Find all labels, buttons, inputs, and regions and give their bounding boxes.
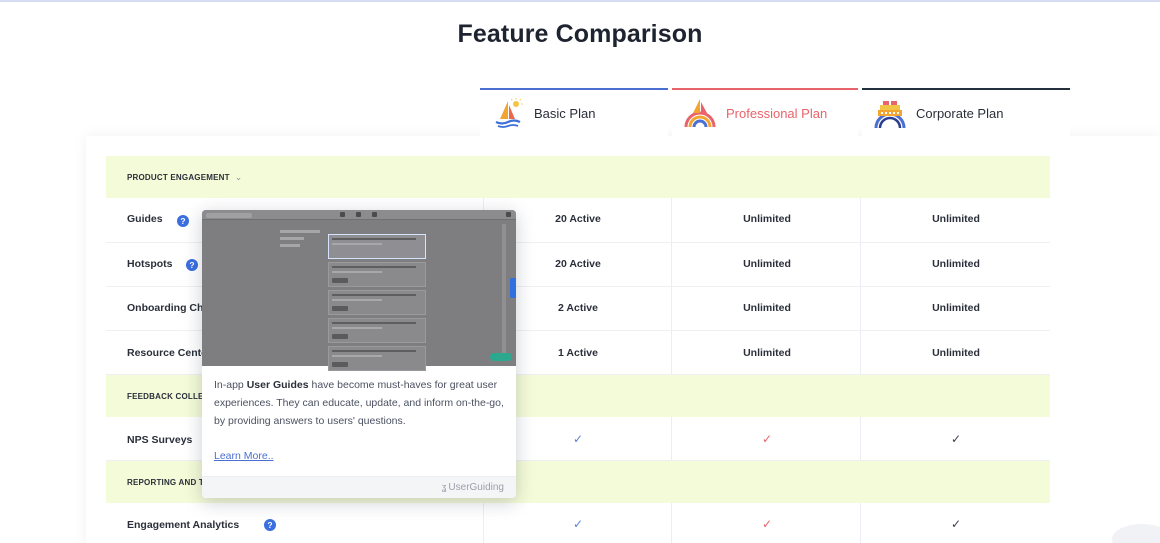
preview-chat-button [490, 353, 512, 361]
cell-corporate: Unlimited [932, 302, 980, 314]
check-icon: ✓ [950, 432, 962, 446]
cell-professional: Unlimited [743, 213, 791, 225]
section-label: REPORTING AND T [127, 477, 204, 487]
section-label: PRODUCT ENGAGEMENT [127, 172, 230, 182]
preview-card [328, 234, 426, 259]
plan-name-basic: Basic Plan [534, 105, 596, 121]
feature-name: Engagement Analytics [127, 519, 240, 531]
table-row-engagement-analytics: Engagement Analytics ? ✓ ✓ ✓ [106, 503, 1050, 543]
feature-comparison-page: Feature Comparison Basic Plan Profession… [0, 0, 1160, 543]
section-label: FEEDBACK COLLE [127, 391, 204, 401]
preview-card [328, 290, 426, 315]
cell-corporate: Unlimited [932, 213, 980, 225]
plan-name-corporate: Corporate Plan [916, 105, 1004, 121]
preview-card [328, 318, 426, 343]
check-icon: ✓ [761, 517, 773, 531]
tooltip-text-start: In-app [214, 379, 247, 391]
check-icon: ✓ [950, 517, 962, 531]
tooltip-footer: ʓ UserGuiding [202, 476, 516, 498]
cell-corporate: Unlimited [932, 347, 980, 359]
sailboat-rainbow-icon [684, 99, 716, 128]
preview-card [328, 262, 426, 287]
plan-name-professional: Professional Plan [726, 105, 828, 121]
preview-icon [356, 212, 361, 217]
tooltip-preview-image [202, 210, 516, 371]
preview-icon [372, 212, 377, 217]
cell-professional: Unlimited [743, 347, 791, 359]
preview-icon [506, 212, 511, 217]
userguiding-brand: ʓ UserGuiding [442, 482, 505, 493]
feature-tooltip-popover: In-app User Guides have become must-have… [202, 210, 516, 498]
cruise-ship-rainbow-icon [874, 101, 906, 129]
preview-card [328, 346, 426, 371]
chevron-down-icon[interactable]: ⌄ [235, 172, 243, 183]
cell-professional: Unlimited [743, 302, 791, 314]
sailboat-sun-icon [495, 98, 523, 128]
feature-name: Resource Cente [127, 347, 207, 359]
feature-name: Onboarding Ch [127, 302, 204, 314]
feature-name: NPS Surveys [127, 434, 193, 446]
plan-header-basic: Basic Plan [480, 88, 668, 136]
section-product-engagement[interactable]: PRODUCT ENGAGEMENT ⌄ [106, 156, 1050, 198]
preview-search [206, 213, 252, 218]
tooltip-description: In-app User Guides have become must-have… [214, 376, 506, 430]
check-icon: ✓ [572, 517, 584, 531]
plan-header-professional: Professional Plan [672, 88, 858, 136]
feature-name: Hotspots [127, 258, 173, 270]
learn-more-link[interactable]: Learn More.. [214, 450, 274, 462]
preview-side-tab [510, 278, 516, 298]
preview-scrollbar [502, 224, 506, 360]
cell-professional: Unlimited [743, 258, 791, 270]
help-icon[interactable]: ? [186, 259, 198, 271]
cell-corporate: Unlimited [932, 258, 980, 270]
page-title: Feature Comparison [457, 20, 703, 48]
preview-sidebar [280, 230, 320, 260]
brand-label: UserGuiding [448, 482, 504, 493]
userguiding-logo-icon: ʓ [441, 482, 447, 492]
tooltip-text-highlight: User Guides [246, 379, 309, 391]
help-icon[interactable]: ? [264, 519, 276, 531]
check-icon: ✓ [761, 432, 773, 446]
preview-icon [340, 212, 345, 217]
preview-toolbar [202, 210, 516, 220]
plan-header-corporate: Corporate Plan [862, 88, 1070, 136]
feature-name: Guides [127, 213, 163, 225]
help-icon[interactable]: ? [177, 215, 189, 227]
